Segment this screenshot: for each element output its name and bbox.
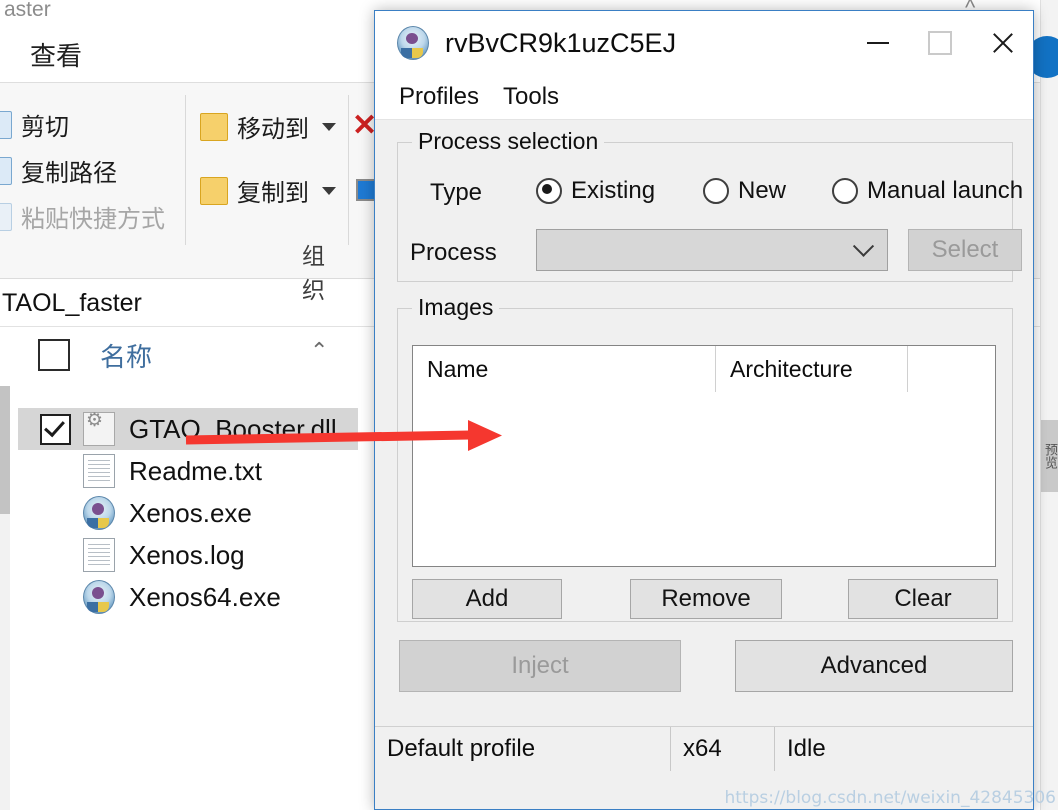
ribbon-item-cut[interactable]: 剪切 xyxy=(0,107,69,142)
advanced-button[interactable]: Advanced xyxy=(735,640,1013,692)
file-name: Xenos64.exe xyxy=(129,581,281,612)
text-file-icon xyxy=(83,538,115,572)
scrollbar-thumb[interactable] xyxy=(0,386,10,514)
preview-pane-vertical-tab[interactable]: 预览 xyxy=(1041,420,1058,492)
menu-item-profiles[interactable]: Profiles xyxy=(387,83,491,111)
xenos-app-icon xyxy=(83,580,115,614)
radio-manual-launch-label: Manual launch xyxy=(867,177,1024,204)
scissors-icon xyxy=(0,110,12,139)
file-name: GTAO_Booster.dll xyxy=(129,413,337,444)
type-label: Type xyxy=(430,179,483,206)
chevron-down-icon xyxy=(852,235,875,257)
sort-indicator-icon: ⌃ xyxy=(310,338,329,363)
clear-button[interactable]: Clear xyxy=(848,579,998,619)
xenos-app-icon xyxy=(397,26,429,60)
radio-existing[interactable]: Existing xyxy=(536,177,655,205)
ribbon-item-copy-to-label: 复制到 xyxy=(237,180,309,207)
images-legend: Images xyxy=(412,294,500,321)
ribbon-item-paste-shortcut: 粘贴快捷方式 xyxy=(0,199,165,234)
ribbon-item-copy-to[interactable]: 复制到 xyxy=(200,173,336,208)
status-profile: Default profile xyxy=(375,726,671,771)
ribbon-item-cut-label: 剪切 xyxy=(21,114,69,141)
process-combobox[interactable] xyxy=(536,229,888,271)
chevron-down-icon[interactable] xyxy=(322,186,336,195)
injector-dialog: rvBvCR9k1uzC5EJ Profiles Tools Process s… xyxy=(374,10,1034,810)
menu-item-tools[interactable]: Tools xyxy=(491,83,571,111)
copy-to-icon xyxy=(200,176,228,205)
close-button[interactable] xyxy=(971,11,1033,75)
column-header-architecture[interactable]: Architecture xyxy=(716,346,908,392)
ribbon-item-copy-path[interactable]: 复制路径 xyxy=(0,153,117,188)
ribbon-separator-2 xyxy=(348,95,349,245)
dialog-menubar: Profiles Tools xyxy=(375,75,1033,120)
file-name: Readme.txt xyxy=(129,455,262,486)
status-state: Idle xyxy=(787,734,826,762)
dialog-titlebar[interactable]: rvBvCR9k1uzC5EJ xyxy=(375,11,1033,75)
dialog-title: rvBvCR9k1uzC5EJ xyxy=(445,27,677,58)
ribbon-item-move-to[interactable]: 移动到 xyxy=(200,109,336,144)
images-listview-header: Name Architecture xyxy=(413,346,995,392)
remove-button[interactable]: Remove xyxy=(630,579,782,619)
maximize-icon xyxy=(928,31,952,55)
explorer-vertical-scrollbar[interactable] xyxy=(0,386,10,810)
inject-button[interactable]: Inject xyxy=(399,640,681,692)
radio-dot-icon xyxy=(703,178,729,204)
images-group: Images Name Architecture Add Remove Clea… xyxy=(397,294,1013,622)
explorer-tab-view[interactable]: 查看 xyxy=(30,36,82,73)
dialog-body: Process selection Type Existing New Manu… xyxy=(375,120,1033,771)
ribbon-group-clipboard: 剪切 复制路径 粘贴快捷方式 xyxy=(0,83,180,278)
text-file-icon xyxy=(83,454,115,488)
radio-existing-label: Existing xyxy=(571,177,656,204)
ribbon-item-copy-path-label: 复制路径 xyxy=(21,160,117,187)
move-to-icon xyxy=(200,112,228,141)
file-name: Xenos.exe xyxy=(129,497,252,528)
add-button[interactable]: Add xyxy=(412,579,562,619)
radio-dot-icon xyxy=(832,178,858,204)
status-architecture: x64 xyxy=(671,726,775,771)
xenos-app-icon xyxy=(83,496,115,530)
radio-new-label: New xyxy=(738,177,787,204)
process-label: Process xyxy=(410,239,497,266)
images-listview-body[interactable] xyxy=(413,392,995,566)
copy-path-icon xyxy=(0,156,12,185)
chevron-down-icon[interactable] xyxy=(322,122,336,131)
images-listview[interactable]: Name Architecture xyxy=(412,345,996,567)
column-header-name[interactable]: 名称 xyxy=(100,337,152,374)
paste-shortcut-icon xyxy=(0,202,12,231)
radio-manual-launch[interactable]: Manual launch xyxy=(832,177,1023,205)
file-checkbox[interactable] xyxy=(40,413,71,445)
list-item[interactable]: GTAO_Booster.dll xyxy=(18,408,358,450)
process-selection-group: Process selection Type Existing New Manu… xyxy=(397,128,1023,282)
ribbon-group-organize: 移动到 复制到 组织 xyxy=(196,83,346,303)
select-all-checkbox[interactable] xyxy=(38,339,70,371)
file-name: Xenos.log xyxy=(129,539,245,570)
close-icon xyxy=(990,31,1014,55)
breadcrumb-text: TAOL_faster xyxy=(2,289,142,317)
maximize-button[interactable] xyxy=(909,11,971,75)
radio-dot-icon xyxy=(536,178,562,204)
minimize-icon xyxy=(867,42,889,44)
dialog-statusbar: Default profile x64 Idle xyxy=(375,726,1033,771)
explorer-right-edge-panel xyxy=(1040,0,1058,810)
column-header-name[interactable]: Name xyxy=(413,346,716,392)
column-header-extra[interactable] xyxy=(908,346,995,392)
process-selection-legend: Process selection xyxy=(412,128,605,155)
ribbon-item-paste-shortcut-label: 粘贴快捷方式 xyxy=(21,206,165,233)
ribbon-separator-1 xyxy=(185,95,186,245)
dll-file-icon xyxy=(83,409,115,446)
minimize-button[interactable] xyxy=(847,11,909,75)
dialog-window-buttons xyxy=(847,11,1033,75)
ribbon-item-move-to-label: 移动到 xyxy=(237,116,309,143)
radio-new[interactable]: New xyxy=(703,177,786,205)
select-button[interactable]: Select xyxy=(908,229,1022,271)
